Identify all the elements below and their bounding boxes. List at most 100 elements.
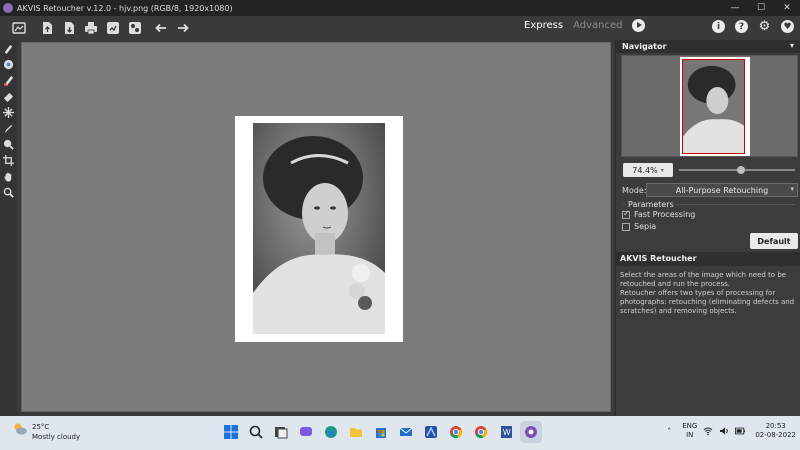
portrait-image <box>253 123 385 334</box>
word-icon: W <box>501 426 512 438</box>
settings-gear-icon[interactable]: ⚙ <box>758 19 771 34</box>
svg-text:W: W <box>503 428 511 437</box>
crop-tool[interactable] <box>0 152 17 168</box>
navigator-thumbnail[interactable] <box>680 57 750 156</box>
open-button[interactable] <box>36 18 58 38</box>
taskbar-search[interactable] <box>245 421 267 443</box>
sepia-checkbox[interactable] <box>622 222 630 231</box>
start-button[interactable] <box>220 421 242 443</box>
pencil-tool[interactable] <box>0 120 17 136</box>
print-button[interactable] <box>80 18 102 38</box>
redo-button[interactable] <box>172 18 194 38</box>
help-icon[interactable]: ? <box>735 20 748 33</box>
chrome-browser[interactable] <box>445 421 467 443</box>
microsoft-store[interactable] <box>370 421 392 443</box>
taskbar-apps: W <box>220 421 545 443</box>
info-panel-title: AKVIS Retoucher <box>616 252 800 266</box>
magic-wand-icon <box>3 106 14 118</box>
home-button[interactable] <box>8 18 30 38</box>
zoom-value: 74.4% <box>632 165 658 175</box>
task-view-button[interactable] <box>270 421 292 443</box>
chrome-icon <box>475 426 488 439</box>
zoom-icon <box>3 187 14 198</box>
window-title: AKVIS Retoucher v.12.0 - hjv.png (RGB/8,… <box>17 3 233 13</box>
info-panel-text: Select the areas of the image which need… <box>620 271 798 316</box>
navigator-portrait-image <box>683 60 744 153</box>
default-button[interactable]: Default <box>750 233 798 249</box>
retouch-brush-tool[interactable] <box>0 40 17 56</box>
edge-icon <box>325 426 337 438</box>
navigator-title: Navigator <box>622 42 667 51</box>
mail-app[interactable] <box>395 421 417 443</box>
system-tray: ˄ ENG IN 20:53 02-08-2022 <box>658 422 796 440</box>
sepia-row[interactable]: Sepia <box>622 222 656 231</box>
magic-wand-tool[interactable] <box>0 104 17 120</box>
minimize-button[interactable]: — <box>722 0 748 16</box>
hand-tool[interactable] <box>0 168 17 184</box>
undo-button[interactable] <box>150 18 172 38</box>
fast-processing-checkbox[interactable] <box>622 209 630 219</box>
eraser-tool[interactable] <box>0 88 17 104</box>
donate-heart-icon[interactable]: ♥ <box>781 20 794 33</box>
tab-express[interactable]: Express <box>524 20 563 31</box>
crop-icon <box>3 154 14 166</box>
navigator-preview[interactable] <box>621 55 798 157</box>
mail-icon <box>399 427 413 436</box>
zoom-slider-handle[interactable] <box>737 166 745 174</box>
info-paragraph-2: Retoucher offers two types of processing… <box>620 289 795 315</box>
volume-icon[interactable] <box>719 426 729 436</box>
temperature: 25°C <box>32 423 50 431</box>
system-clock[interactable]: 20:53 02-08-2022 <box>755 422 796 440</box>
navigator-view-frame[interactable] <box>682 59 745 154</box>
canvas[interactable] <box>21 42 611 412</box>
chat-app[interactable] <box>295 421 317 443</box>
weather-widget[interactable]: 25°C Mostly cloudy <box>12 422 80 442</box>
globe-tool[interactable] <box>0 56 17 72</box>
zoom-slider[interactable] <box>679 166 795 174</box>
print-icon <box>85 22 97 35</box>
photos-app[interactable] <box>420 421 442 443</box>
open-icon <box>43 22 52 34</box>
eraser-brush-icon <box>4 44 13 54</box>
akvis-app-icon <box>3 3 13 13</box>
batch-button[interactable] <box>102 18 124 38</box>
zoom-dropdown[interactable]: 74.4% ▾ <box>623 163 673 177</box>
run-button[interactable] <box>632 19 646 32</box>
collapse-arrow-icon[interactable]: ▾ <box>790 41 794 50</box>
chrome-browser-2[interactable] <box>470 421 492 443</box>
image-workspace[interactable] <box>17 40 615 416</box>
zoom-tool[interactable] <box>0 184 17 200</box>
language-indicator[interactable]: ENG IN <box>682 422 697 440</box>
wifi-icon[interactable] <box>703 426 713 436</box>
undo-arrow-icon <box>155 23 166 33</box>
search-icon <box>249 425 263 439</box>
image-document[interactable] <box>235 116 403 342</box>
save-button[interactable] <box>58 18 80 38</box>
parameters-title: Parameters <box>626 200 676 209</box>
task-view-icon <box>275 427 288 439</box>
eraser-icon <box>3 92 14 102</box>
mode-label: Mode: <box>622 185 647 195</box>
chevron-up-icon[interactable]: ˄ <box>664 426 674 436</box>
akvis-retoucher-app[interactable] <box>520 421 542 443</box>
file-explorer[interactable] <box>345 421 367 443</box>
settings-sliders-icon <box>129 22 141 34</box>
info-icon[interactable]: i <box>712 20 725 33</box>
tool-palette <box>0 40 17 416</box>
maximize-button[interactable]: ☐ <box>748 0 774 16</box>
close-button[interactable]: ✕ <box>774 0 800 16</box>
mode-select[interactable]: All-Purpose Retouching ▾ <box>646 183 798 197</box>
globe-icon <box>3 59 14 69</box>
selection-brush-icon <box>3 75 14 86</box>
edge-browser[interactable] <box>320 421 342 443</box>
word-app[interactable]: W <box>495 421 517 443</box>
tab-advanced[interactable]: Advanced <box>573 20 622 31</box>
clone-stamp-tool[interactable] <box>0 136 17 152</box>
wifi-glyph <box>703 427 713 436</box>
vintage-portrait-photo[interactable] <box>253 123 385 334</box>
selection-brush-tool[interactable] <box>0 72 17 88</box>
preferences-button[interactable] <box>124 18 146 38</box>
chrome-icon <box>450 426 463 439</box>
battery-icon[interactable] <box>735 426 746 436</box>
fast-processing-row[interactable]: Fast Processing <box>622 209 695 219</box>
